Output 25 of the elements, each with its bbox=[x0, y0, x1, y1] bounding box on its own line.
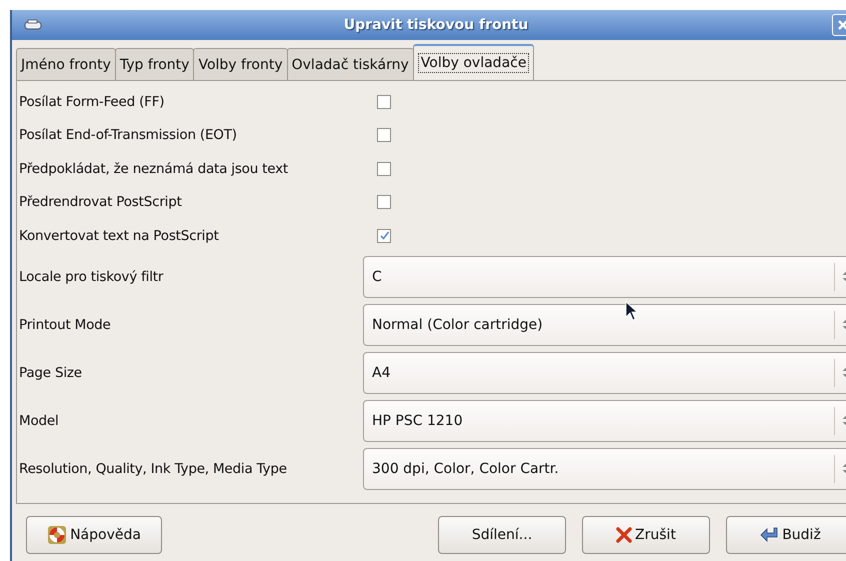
tab[interactable]: Jméno fronty bbox=[16, 48, 116, 80]
tab[interactable]: Volby ovladače bbox=[412, 44, 534, 80]
help-button[interactable]: Nápověda bbox=[26, 516, 162, 554]
cancel-button[interactable]: Zrušit bbox=[582, 516, 710, 554]
dropdown[interactable]: 300 dpi, Color, Color Cartr. bbox=[363, 448, 846, 490]
option-label: Model bbox=[19, 412, 60, 428]
share-button[interactable]: Sdílení... bbox=[438, 516, 566, 554]
tab[interactable]: Volby fronty bbox=[193, 48, 288, 80]
option-label: Locale pro tiskový filtr bbox=[19, 268, 164, 284]
tab[interactable]: Typ fronty bbox=[114, 48, 194, 80]
option-label: Předrendrovat PostScript bbox=[19, 194, 183, 210]
dropdown[interactable]: A4 bbox=[363, 352, 846, 394]
tab[interactable]: Ovladač tiskárny bbox=[286, 48, 414, 80]
option-label: Konvertovat text na PostScript bbox=[19, 228, 220, 244]
window-title: Upravit tiskovou frontu bbox=[344, 17, 528, 33]
ok-button[interactable]: Budiž bbox=[726, 516, 846, 554]
option-label: Posílat Form-Feed (FF) bbox=[19, 94, 166, 110]
option-label: Předpokládat, že neznámá data jsou text bbox=[19, 160, 290, 177]
option-label: Resolution, Quality, Ink Type, Media Type bbox=[19, 460, 288, 476]
option-label: Printout Mode bbox=[19, 316, 112, 332]
option-label: Page Size bbox=[19, 364, 83, 380]
option-label: Posílat End-of-Transmission (EOT) bbox=[19, 127, 238, 144]
dropdown[interactable]: Normal (Color cartridge) bbox=[363, 304, 846, 346]
dropdown[interactable]: HP PSC 1210 bbox=[363, 400, 846, 442]
dropdown[interactable]: C bbox=[363, 256, 846, 298]
